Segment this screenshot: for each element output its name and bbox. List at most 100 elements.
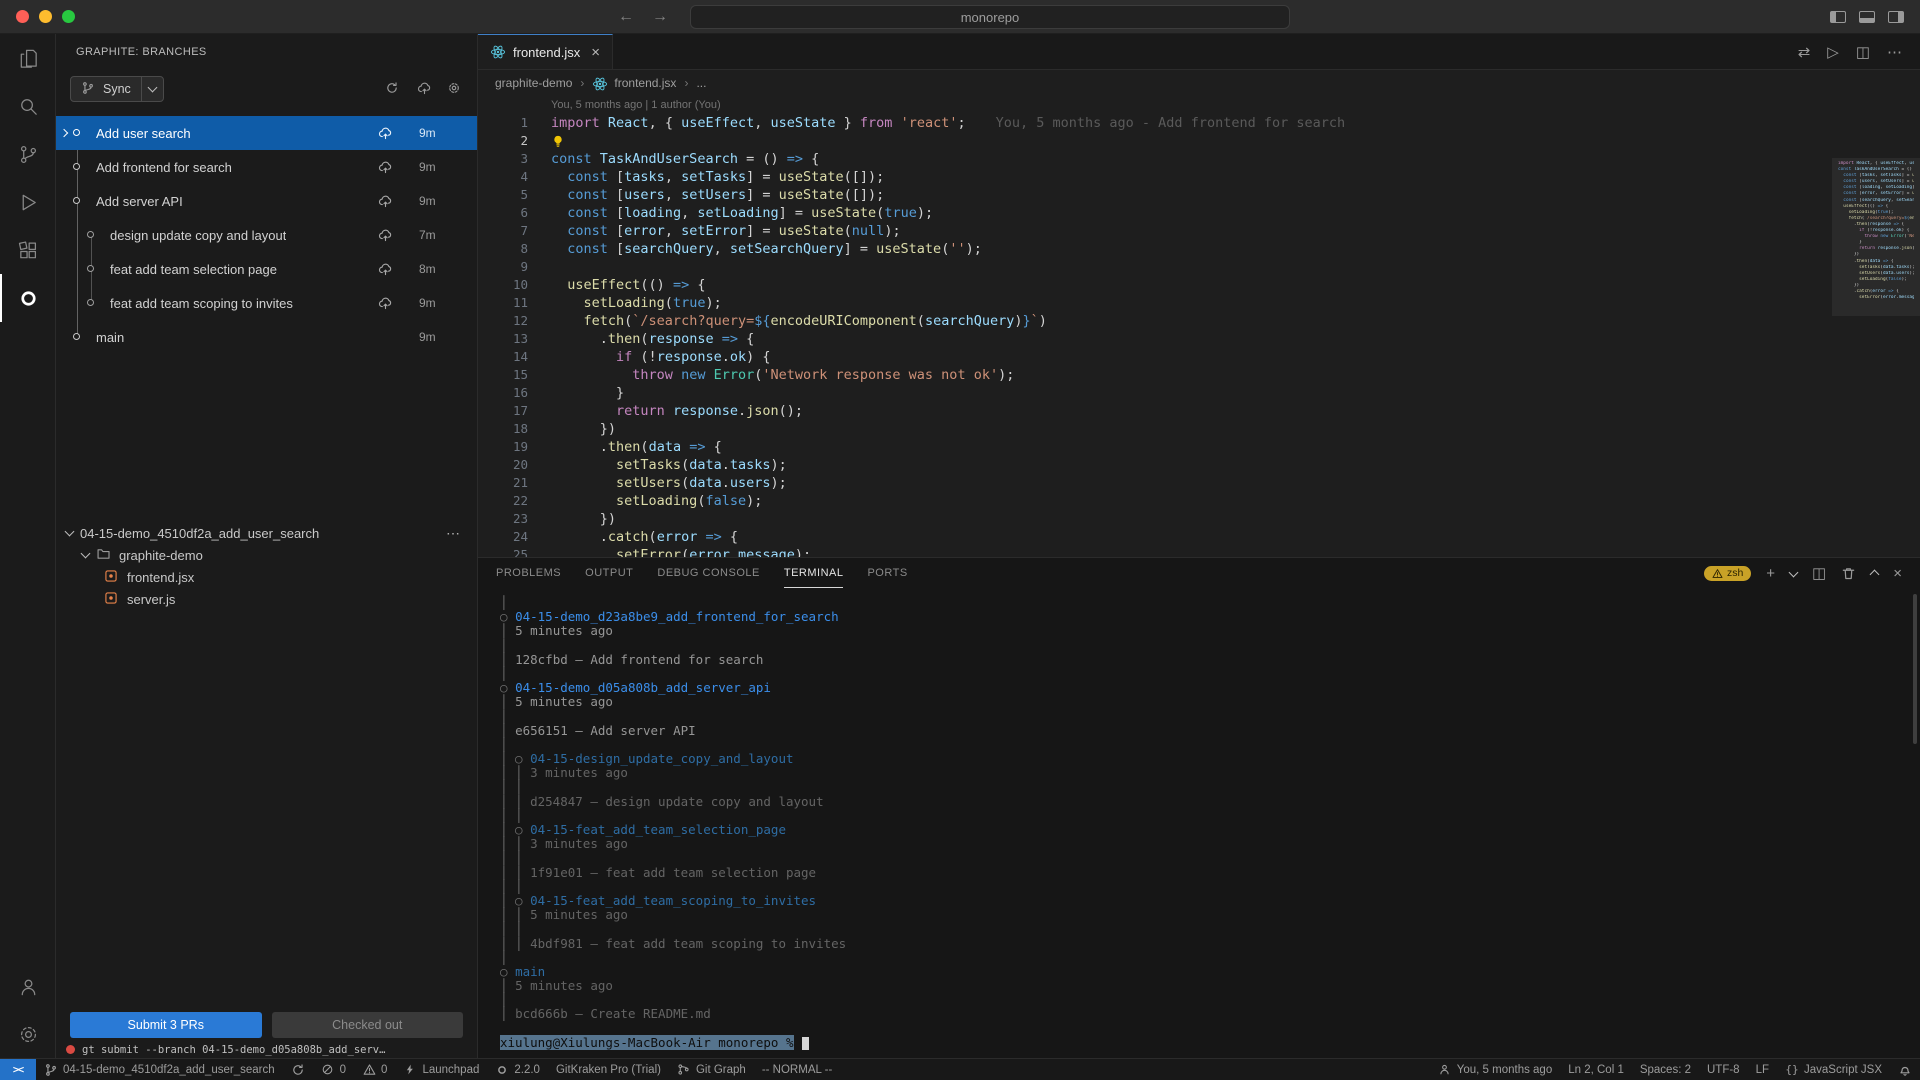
terminal-text: │ ○ xyxy=(500,751,530,766)
lightbulb-icon[interactable] xyxy=(551,134,565,149)
status-notifications[interactable] xyxy=(1890,1059,1920,1080)
tree-item-server-js[interactable]: server.js xyxy=(56,588,477,610)
branch-tree-header[interactable]: 04-15-demo_4510df2a_add_user_search ⋯ xyxy=(56,522,477,544)
terminal-text: 04-15-demo_d23a8be9_add_frontend_for_sea… xyxy=(515,609,839,624)
branch-item[interactable]: feat add team selection page8m xyxy=(56,252,477,286)
terminal-warning-badge[interactable]: zsh xyxy=(1704,566,1751,581)
terminal-scrollbar[interactable] xyxy=(1913,594,1917,744)
activity-item-run-and-debug[interactable] xyxy=(0,178,55,226)
navigate-back-icon[interactable]: ← xyxy=(618,8,634,26)
ring-icon xyxy=(495,1063,509,1077)
terminal-line: │ 5 minutes ago xyxy=(500,624,1920,638)
close-window-button[interactable] xyxy=(16,10,29,23)
status-encoding[interactable]: UTF-8 xyxy=(1699,1059,1748,1080)
status-git-branch[interactable]: 04-15-demo_4510df2a_add_user_search xyxy=(36,1059,283,1080)
panel-tab-problems[interactable]: PROBLEMS xyxy=(496,558,561,588)
terminal-dropdown-icon[interactable] xyxy=(1789,567,1799,577)
maximize-panel-icon[interactable] xyxy=(1870,569,1880,579)
activity-item-settings[interactable] xyxy=(0,1010,55,1058)
zoom-window-button[interactable] xyxy=(62,10,75,23)
checked-out-button[interactable]: Checked out xyxy=(272,1012,464,1038)
settings-gear-icon[interactable] xyxy=(447,81,463,97)
more-actions-icon[interactable]: ⋯ xyxy=(1887,43,1902,61)
status-text: 0 xyxy=(340,1064,346,1076)
minimap[interactable]: import React, { useEffect, useState } fr… xyxy=(1832,158,1920,557)
more-actions-icon[interactable]: ⋯ xyxy=(446,525,467,542)
navigate-forward-icon[interactable]: → xyxy=(652,8,668,26)
activity-item-explorer[interactable] xyxy=(0,34,55,82)
code-token xyxy=(551,223,567,239)
branch-item[interactable]: feat add team scoping to invites9m xyxy=(56,286,477,320)
status-language-mode[interactable]: {}JavaScript JSX xyxy=(1777,1059,1890,1080)
command-center[interactable]: monorepo xyxy=(690,5,1290,29)
line-number: 23 xyxy=(478,510,528,528)
branch-item[interactable]: Add frontend for search9m xyxy=(56,150,477,184)
terminal-view[interactable]: │○ 04-15-demo_d23a8be9_add_frontend_for_… xyxy=(478,588,1920,1050)
status-gitkraken[interactable]: GitKraken Pro (Trial) xyxy=(548,1059,669,1080)
status-sync[interactable] xyxy=(283,1059,313,1080)
sync-dropdown-button[interactable] xyxy=(141,77,163,101)
code-token: , xyxy=(665,187,681,203)
split-terminal-icon[interactable]: ◫ xyxy=(1812,566,1826,581)
status-indentation[interactable]: Spaces: 2 xyxy=(1632,1059,1699,1080)
tree-item-label: graphite-demo xyxy=(119,548,203,563)
status-git-graph[interactable]: Git Graph xyxy=(669,1059,754,1080)
status-remote[interactable]: >< xyxy=(0,1059,36,1080)
breadcrumb-folder[interactable]: graphite-demo xyxy=(495,76,572,90)
activity-item-search[interactable] xyxy=(0,82,55,130)
compare-changes-icon[interactable]: ⇄ xyxy=(1798,43,1811,61)
branch-item[interactable]: Add user search9m xyxy=(56,116,477,150)
tree-item-graphite-demo[interactable]: graphite-demo xyxy=(56,544,477,566)
status-problems-errors[interactable]: 0 xyxy=(313,1059,354,1080)
code-text: setUsers(data.users); xyxy=(528,474,787,492)
breadcrumb-symbol[interactable]: ... xyxy=(696,76,706,90)
terminal-text: │ │ xyxy=(500,765,530,780)
sync-button[interactable]: Sync xyxy=(70,76,164,102)
toggle-sidebar-icon[interactable] xyxy=(1830,11,1846,23)
refresh-icon[interactable] xyxy=(385,81,401,97)
status-blame[interactable]: You, 5 months ago xyxy=(1430,1059,1560,1080)
toggle-panel-icon[interactable] xyxy=(1859,11,1875,23)
kill-terminal-icon[interactable] xyxy=(1841,566,1856,581)
panel-tab-output[interactable]: OUTPUT xyxy=(585,558,633,588)
terminal-prompt-line[interactable]: xiulung@Xiulungs-MacBook-Air monorepo % xyxy=(500,1036,1920,1050)
toggle-secondary-sidebar-icon[interactable] xyxy=(1888,11,1904,23)
activity-item-graphite[interactable] xyxy=(0,274,55,322)
code-token: return xyxy=(616,403,665,419)
close-tab-icon[interactable]: × xyxy=(591,44,600,61)
tree-item-label: server.js xyxy=(127,592,175,607)
activity-item-source-control[interactable] xyxy=(0,130,55,178)
submit-prs-button[interactable]: Submit 3 PRs xyxy=(70,1012,262,1038)
breadcrumb-separator: › xyxy=(580,76,584,90)
activity-item-extensions[interactable] xyxy=(0,226,55,274)
status-problems-warnings[interactable]: 0 xyxy=(354,1059,395,1080)
status-graphite-version[interactable]: 2.2.0 xyxy=(487,1059,548,1080)
new-terminal-icon[interactable]: + xyxy=(1766,566,1775,581)
run-file-icon[interactable]: ▷ xyxy=(1827,43,1839,61)
codelens[interactable]: You, 5 months ago | 1 author (You) xyxy=(478,96,1920,114)
cloud-upload-icon[interactable] xyxy=(416,81,432,97)
minimap-slider[interactable] xyxy=(1832,158,1920,316)
branch-item[interactable]: main9m xyxy=(56,320,477,354)
split-editor-icon[interactable]: ◫ xyxy=(1856,43,1870,61)
panel-tab-ports[interactable]: PORTS xyxy=(867,558,907,588)
tab-frontend-jsx[interactable]: frontend.jsx × xyxy=(478,34,613,69)
code-token xyxy=(551,241,567,257)
panel-tab-terminal[interactable]: TERMINAL xyxy=(784,558,844,588)
code-text: }) xyxy=(528,510,616,528)
breadcrumb-file[interactable]: frontend.jsx xyxy=(614,76,676,90)
branch-item[interactable]: design update copy and layout7m xyxy=(56,218,477,252)
code-area[interactable]: You, 5 months ago | 1 author (You) 1impo… xyxy=(478,96,1920,557)
tree-item-frontend-jsx[interactable]: frontend.jsx xyxy=(56,566,477,588)
status-eol[interactable]: LF xyxy=(1748,1059,1777,1080)
branch-item[interactable]: Add server API9m xyxy=(56,184,477,218)
status-vim-mode[interactable]: -- NORMAL -- xyxy=(754,1059,840,1080)
close-panel-icon[interactable]: × xyxy=(1893,566,1902,581)
status-launchpad[interactable]: Launchpad xyxy=(395,1059,487,1080)
activity-item-account[interactable] xyxy=(0,962,55,1010)
minimize-window-button[interactable] xyxy=(39,10,52,23)
status-cursor-position[interactable]: Ln 2, Col 1 xyxy=(1560,1059,1632,1080)
panel-tab-debug-console[interactable]: DEBUG CONSOLE xyxy=(657,558,759,588)
terminal-text: │ │ xyxy=(500,794,530,809)
code-text: return response.json(); xyxy=(528,402,803,420)
